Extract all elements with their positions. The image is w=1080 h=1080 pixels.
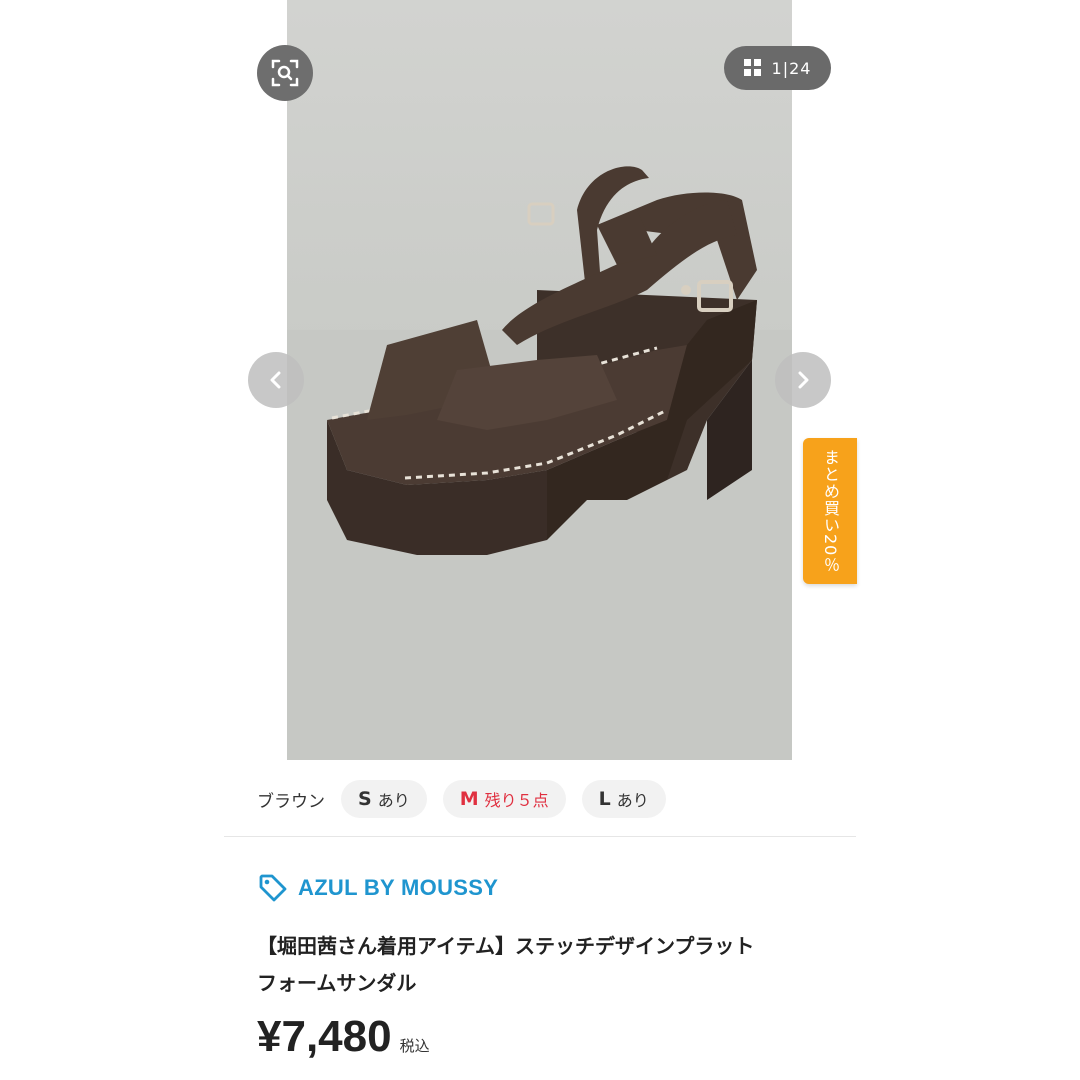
image-counter[interactable]: 1|24 — [724, 46, 831, 90]
sandal-illustration — [287, 166, 792, 760]
size-chip-m[interactable]: M 残り５点 — [442, 780, 566, 818]
variant-row: ブラウン S あり M 残り５点 L あり — [257, 779, 666, 819]
brand-name: AZUL BY MOUSSY — [298, 875, 499, 900]
grid-icon — [743, 59, 761, 76]
stock-status: あり — [377, 791, 410, 810]
product-title-line: 【堀田茜さん着用アイテム】ステッチデザインプラット — [257, 934, 755, 958]
counter-current: 1 — [771, 58, 783, 78]
section-divider — [224, 836, 856, 837]
color-label: ブラウン — [257, 791, 325, 812]
next-image-button[interactable] — [775, 352, 831, 408]
stock-status: あり — [616, 791, 649, 810]
zoom-button[interactable] — [257, 45, 313, 101]
size-chip-l[interactable]: L あり — [581, 780, 666, 818]
product-title-line: フォームサンダル — [257, 971, 417, 995]
price-amount: ¥7,480 — [257, 1012, 392, 1061]
product-image[interactable] — [287, 0, 792, 760]
prev-image-button[interactable] — [248, 352, 304, 408]
zoom-scan-icon — [271, 59, 299, 87]
size-label: S — [358, 788, 372, 810]
bulk-discount-label: まとめ買い20％ — [821, 448, 840, 574]
size-label: L — [598, 788, 611, 810]
price-block: ¥7,480 税込 — [257, 1012, 430, 1062]
tax-label: 税込 — [399, 1037, 430, 1055]
counter-total: 24 — [789, 58, 812, 78]
size-chip-s[interactable]: S あり — [341, 780, 427, 818]
chevron-left-icon — [270, 371, 281, 389]
bulk-discount-tab[interactable]: まとめ買い20％ — [803, 438, 857, 584]
product-title: 【堀田茜さん着用アイテム】ステッチデザインプラット フォームサンダル — [257, 928, 827, 1002]
chevron-right-icon — [798, 371, 809, 389]
brand-link[interactable]: AZUL BY MOUSSY — [257, 872, 498, 904]
stock-status: 残り５点 — [484, 791, 549, 810]
size-label: M — [459, 788, 479, 810]
counter-text: 1|24 — [772, 59, 812, 78]
tag-icon — [259, 874, 287, 902]
